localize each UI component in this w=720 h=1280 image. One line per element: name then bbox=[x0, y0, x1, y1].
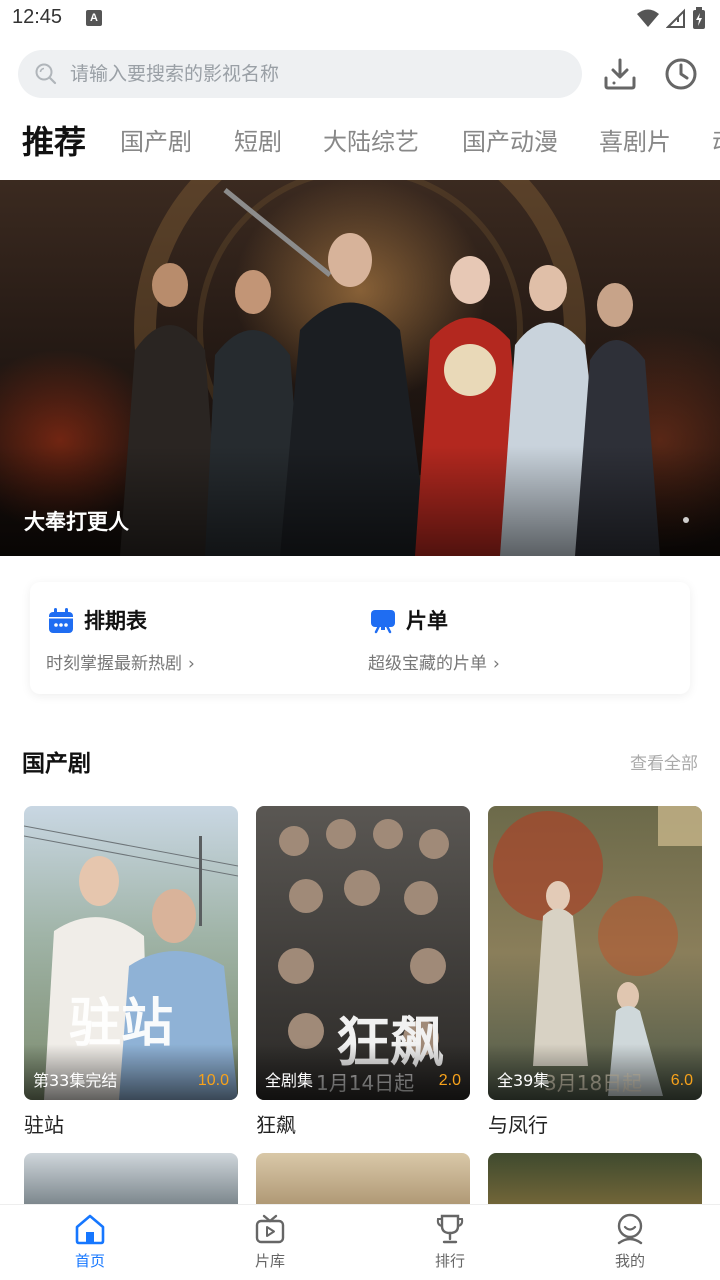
schedule-subtitle: 时刻掌握最新热剧 › bbox=[46, 652, 195, 676]
tab-variety[interactable]: 大陆综艺 bbox=[323, 118, 419, 166]
nav-home[interactable]: 首页 bbox=[30, 1205, 150, 1280]
clock-icon[interactable] bbox=[663, 56, 699, 92]
card-title: 与凤行 bbox=[488, 1113, 548, 1137]
playlist-link[interactable]: 片单 超级宝藏的片单 › bbox=[352, 582, 652, 694]
video-card[interactable]: 狂飙 1月14日起 全剧集 2.0 狂飙 bbox=[256, 806, 470, 1138]
schedule-link[interactable]: 排期表 时刻掌握最新热剧 › bbox=[30, 582, 330, 694]
episode-badge: 全剧集 bbox=[265, 1071, 314, 1090]
tab-more[interactable]: 动 bbox=[712, 118, 720, 166]
section-title: 国产剧 bbox=[22, 751, 91, 777]
schedule-title: 排期表 bbox=[84, 609, 147, 633]
chevron-right-icon: › bbox=[493, 654, 500, 674]
system-icons bbox=[636, 6, 706, 30]
status-time: 12:45 bbox=[12, 6, 63, 28]
download-icon[interactable] bbox=[602, 56, 638, 92]
calendar-icon bbox=[49, 608, 73, 633]
card-title: 驻站 bbox=[24, 1113, 64, 1137]
view-all-link[interactable]: 查看全部 bbox=[630, 746, 698, 782]
score-badge: 10.0 bbox=[197, 1072, 229, 1089]
notification-icon: A bbox=[86, 10, 102, 26]
bottom-nav: 首页 片库 排行 我的 bbox=[0, 1204, 720, 1280]
nav-library[interactable]: 片库 bbox=[210, 1205, 330, 1280]
poster: 狂飙 1月14日起 全剧集 2.0 bbox=[256, 806, 470, 1100]
nav-home-label: 首页 bbox=[74, 1252, 105, 1270]
playlist-title: 片单 bbox=[406, 609, 448, 633]
episode-badge: 全39集 bbox=[497, 1071, 550, 1090]
tab-domestic-drama[interactable]: 国产剧 bbox=[120, 118, 192, 166]
search-input[interactable]: 请输入要搜索的影视名称 bbox=[18, 50, 582, 98]
tab-short-drama[interactable]: 短剧 bbox=[234, 118, 282, 166]
signal-icon bbox=[666, 8, 685, 28]
tv-icon bbox=[255, 1214, 285, 1244]
tab-comedy[interactable]: 喜剧片 bbox=[599, 118, 671, 166]
schedule-subtitle-text: 时刻掌握最新热剧 bbox=[46, 654, 182, 674]
chevron-right-icon: › bbox=[188, 654, 195, 674]
poster: 3月18日起 全39集 6.0 bbox=[488, 806, 702, 1100]
playlist-subtitle: 超级宝藏的片单 › bbox=[368, 652, 500, 676]
score-badge: 2.0 bbox=[438, 1072, 461, 1089]
banner-title: 大奉打更人 bbox=[24, 510, 129, 534]
nav-profile-label: 我的 bbox=[614, 1252, 645, 1270]
video-card[interactable]: 驻站 第33集完结 10.0 驻站 bbox=[24, 806, 238, 1138]
status-bar: 12:45 A bbox=[0, 0, 720, 36]
poster: 驻站 第33集完结 10.0 bbox=[24, 806, 238, 1100]
category-tabs: 推荐 国产剧 短剧 大陆综艺 国产动漫 喜剧片 动 bbox=[0, 118, 720, 166]
episode-badge: 第33集完结 bbox=[33, 1071, 118, 1090]
home-icon bbox=[75, 1214, 105, 1245]
quick-links-card: 排期表 时刻掌握最新热剧 › 片单 超级宝藏的片单 › bbox=[30, 582, 690, 694]
card-title: 狂飙 bbox=[256, 1113, 296, 1137]
playlist-board-icon bbox=[371, 610, 395, 634]
banner-shade bbox=[0, 446, 720, 556]
video-card[interactable]: 3月18日起 全39集 6.0 与凤行 bbox=[488, 806, 702, 1138]
wifi-icon bbox=[637, 9, 659, 27]
search-placeholder: 请输入要搜索的影视名称 bbox=[70, 63, 280, 85]
tab-recommend[interactable]: 推荐 bbox=[22, 118, 86, 166]
user-icon bbox=[617, 1213, 643, 1245]
nav-ranking-label: 排行 bbox=[434, 1252, 465, 1270]
trophy-icon bbox=[436, 1214, 464, 1244]
nav-ranking[interactable]: 排行 bbox=[390, 1205, 510, 1280]
score-badge: 6.0 bbox=[670, 1072, 693, 1089]
banner-page-indicator bbox=[683, 517, 689, 523]
search-icon bbox=[35, 63, 57, 85]
playlist-subtitle-text: 超级宝藏的片单 bbox=[368, 654, 487, 674]
tab-anime[interactable]: 国产动漫 bbox=[462, 118, 558, 166]
header: 请输入要搜索的影视名称 bbox=[0, 50, 720, 98]
nav-library-label: 片库 bbox=[254, 1252, 285, 1270]
nav-profile[interactable]: 我的 bbox=[570, 1205, 690, 1280]
section-header: 国产剧 查看全部 bbox=[0, 746, 720, 782]
battery-icon bbox=[693, 7, 705, 29]
hero-banner[interactable]: 大奉打更人 bbox=[0, 180, 720, 556]
